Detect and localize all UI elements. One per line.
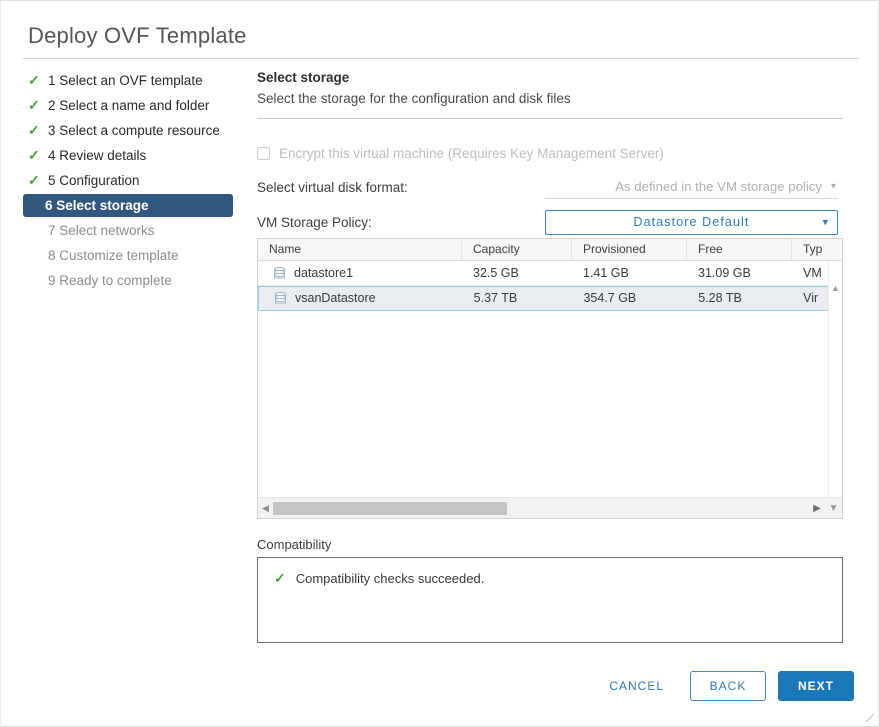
datastore-name: vsanDatastore bbox=[295, 291, 376, 305]
wizard-step-4[interactable]: ✓ 4 Review details bbox=[23, 144, 241, 167]
table-cell-name: datastore1 bbox=[258, 261, 462, 285]
wizard-step-7[interactable]: 7 Select networks bbox=[23, 219, 241, 242]
wizard-step-1[interactable]: ✓ 1 Select an OVF template bbox=[23, 69, 241, 92]
pane-divider bbox=[257, 118, 843, 119]
wizard-steps: ✓ 1 Select an OVF template ✓ 2 Select a nam… bbox=[23, 69, 241, 294]
datastore-table: Name Capacity Provisioned Free Typ datastore… bbox=[257, 238, 843, 519]
wizard-step-3[interactable]: ✓ 3 Select a compute resource bbox=[23, 119, 241, 142]
storage-policy-row: VM Storage Policy: Datastore Default ▾ bbox=[257, 209, 843, 235]
check-icon: ✓ bbox=[28, 122, 40, 138]
encrypt-vm-checkbox bbox=[257, 146, 270, 160]
table-column-header[interactable]: Capacity bbox=[462, 239, 572, 260]
check-icon: ✓ bbox=[28, 147, 40, 163]
table-cell-free: 31.09 GB bbox=[698, 265, 751, 280]
wizard-step-8[interactable]: 8 Customize template bbox=[23, 244, 241, 267]
table-column-header[interactable]: Typ bbox=[792, 239, 842, 260]
wizard-step-6[interactable]: 6 Select storage bbox=[23, 194, 233, 217]
compatibility-message: Compatibility checks succeeded. bbox=[295, 571, 485, 586]
wizard-step-label: 8 Customize template bbox=[48, 248, 179, 263]
datastore-name: datastore1 bbox=[294, 265, 354, 280]
table-body: datastore1 32.5 GB 1.41 GB 31.09 GB VM vsanDa… bbox=[258, 261, 842, 497]
caret-up-icon[interactable]: ▲ bbox=[830, 283, 841, 293]
wizard-step-label: 3 Select a compute resource bbox=[48, 123, 220, 138]
check-icon: ✓ bbox=[28, 97, 40, 113]
next-button[interactable]: NEXT bbox=[778, 671, 854, 701]
dialog-footer: CANCEL BACK NEXT bbox=[593, 671, 854, 701]
deploy-ovf-template-dialog: Deploy OVF Template ✓ 1 Select an OVF tem… bbox=[0, 0, 879, 727]
compatibility-box: ✓ Compatibility checks succeeded. bbox=[257, 557, 843, 643]
pane-header: Select storage Select the storage for th… bbox=[257, 69, 843, 119]
disk-format-row: Select virtual disk format: As defined i… bbox=[257, 175, 843, 199]
wizard-step-label: 9 Ready to complete bbox=[48, 273, 172, 288]
pane-heading: Select storage bbox=[257, 70, 350, 85]
table-cell-provisioned: 1.41 GB bbox=[583, 265, 629, 280]
disk-format-select: As defined in the VM storage policy ▾ bbox=[545, 176, 838, 199]
pane-subheading: Select the storage for the configuration… bbox=[257, 91, 571, 106]
caret-down-icon[interactable]: ▼ bbox=[825, 503, 842, 514]
wizard-step-2[interactable]: ✓ 2 Select a name and folder bbox=[23, 94, 241, 117]
chevron-down-icon: ▾ bbox=[830, 181, 836, 192]
cancel-button[interactable]: CANCEL bbox=[593, 671, 680, 701]
table-column-header[interactable]: Provisioned bbox=[572, 239, 687, 260]
vertical-scrollbar[interactable]: ▲ bbox=[828, 261, 842, 497]
wizard-step-label: 1 Select an OVF template bbox=[48, 73, 203, 88]
title-divider bbox=[23, 58, 859, 59]
wizard-step-9[interactable]: 9 Ready to complete bbox=[23, 269, 241, 292]
table-cell-free: 5.28 TB bbox=[698, 291, 742, 305]
table-column-header[interactable]: Free bbox=[687, 239, 792, 260]
table-column-header[interactable]: Name bbox=[258, 239, 462, 260]
horizontal-scroll-thumb[interactable] bbox=[273, 501, 507, 515]
check-icon: ✓ bbox=[28, 72, 40, 88]
horizontal-scroll-track[interactable] bbox=[273, 501, 809, 515]
back-button[interactable]: BACK bbox=[690, 671, 766, 701]
wizard-step-5[interactable]: ✓ 5 Configuration bbox=[23, 169, 241, 192]
caret-right-icon[interactable]: ▶ bbox=[809, 503, 825, 514]
chevron-down-icon: ▾ bbox=[822, 216, 828, 229]
table-header-row: Name Capacity Provisioned Free Typ bbox=[258, 239, 842, 261]
datastore-icon bbox=[274, 266, 285, 278]
table-cell-capacity: 5.37 TB bbox=[473, 291, 518, 305]
wizard-step-label: 2 Select a name and folder bbox=[48, 98, 210, 113]
caret-left-icon[interactable]: ◀ bbox=[258, 503, 273, 514]
disk-format-label: Select virtual disk format: bbox=[257, 179, 408, 195]
table-cell-provisioned: 354.7 GB bbox=[583, 291, 637, 305]
table-row[interactable]: datastore1 32.5 GB 1.41 GB 31.09 GB VM bbox=[258, 261, 842, 286]
table-cell-name: vsanDatastore bbox=[259, 287, 463, 310]
table-row[interactable]: vsanDatastore 5.37 TB 354.7 GB 5.28 TB Vir bbox=[258, 286, 842, 311]
check-icon: ✓ bbox=[28, 172, 40, 188]
wizard-step-label: 6 Select storage bbox=[45, 198, 149, 213]
resize-handle-icon[interactable] bbox=[865, 713, 875, 723]
wizard-step-label: 7 Select networks bbox=[48, 223, 155, 238]
compatibility-message-row: ✓ Compatibility checks succeeded. bbox=[274, 570, 842, 587]
disk-format-value: As defined in the VM storage policy bbox=[615, 179, 822, 194]
storage-policy-select[interactable]: Datastore Default ▾ bbox=[545, 209, 838, 235]
encrypt-vm-row: Encrypt this virtual machine (Requires K… bbox=[257, 144, 664, 162]
wizard-step-label: 5 Configuration bbox=[48, 173, 140, 188]
storage-policy-value: Datastore Default bbox=[633, 215, 750, 229]
datastore-icon bbox=[275, 292, 286, 304]
table-cell-capacity: 32.5 GB bbox=[473, 265, 519, 280]
page-title: Deploy OVF Template bbox=[28, 23, 247, 48]
encrypt-vm-label: Encrypt this virtual machine (Requires K… bbox=[279, 145, 664, 161]
compatibility-label: Compatibility bbox=[257, 537, 332, 552]
storage-policy-label: VM Storage Policy: bbox=[257, 214, 372, 230]
wizard-step-label: 4 Review details bbox=[48, 148, 147, 163]
check-icon: ✓ bbox=[274, 570, 286, 586]
horizontal-scrollbar[interactable]: ◀ ▶ ▼ bbox=[258, 497, 842, 518]
